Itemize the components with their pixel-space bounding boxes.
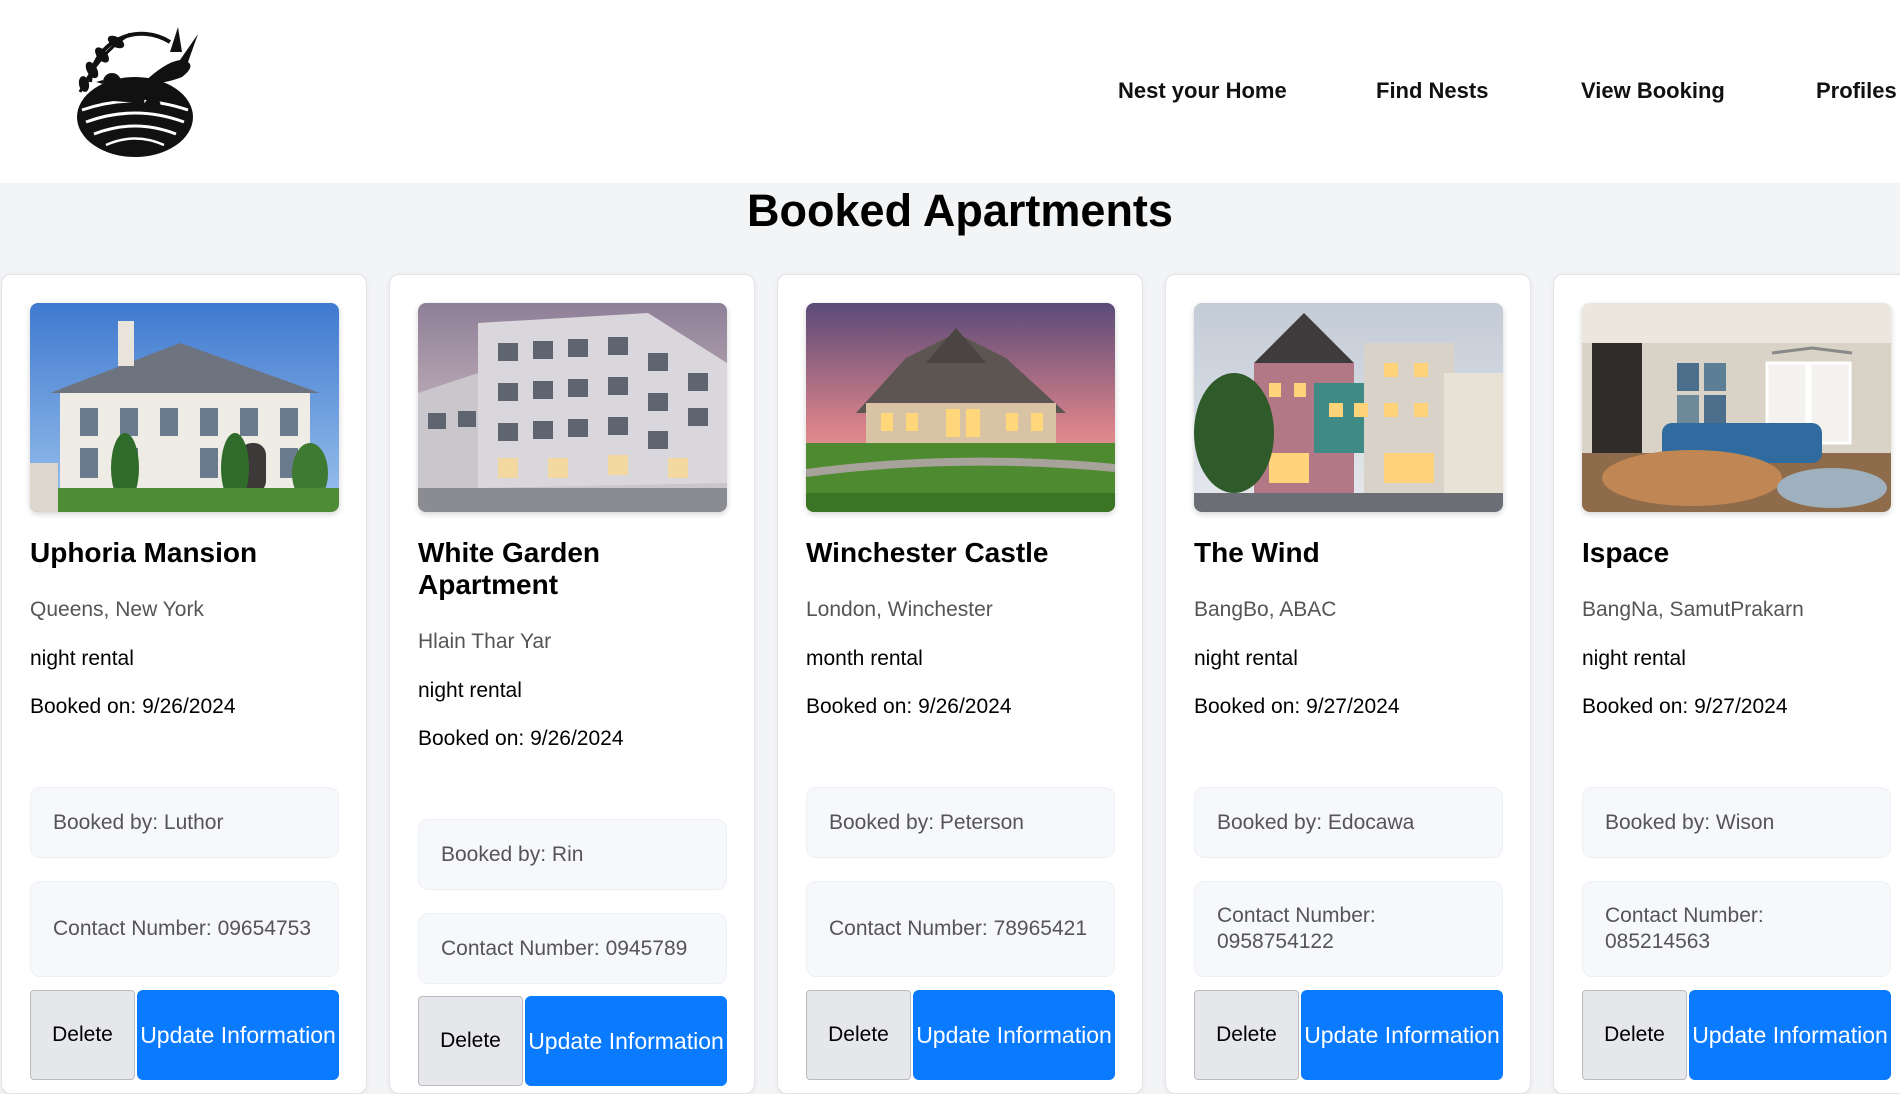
booked-by-text: Booked by: Wison bbox=[1605, 810, 1775, 834]
apartment-image bbox=[1194, 303, 1503, 512]
nav-nest-your-home[interactable]: Nest your Home bbox=[1118, 78, 1287, 104]
apartment-name: Winchester Castle bbox=[806, 537, 1049, 568]
update-information-button[interactable]: Update Information bbox=[137, 990, 339, 1080]
delete-button[interactable]: Delete bbox=[806, 990, 911, 1080]
apartment-location: BangBo, ABAC bbox=[1194, 598, 1337, 621]
contact-number-text: Contact Number: 78965421 bbox=[829, 917, 1087, 940]
booked-by-text: Booked by: Rin bbox=[441, 842, 584, 866]
booked-on-date: Booked on: 9/26/2024 bbox=[30, 695, 236, 718]
booked-by-box: Booked by: Wison bbox=[1582, 787, 1891, 858]
delete-button[interactable]: Delete bbox=[1194, 990, 1299, 1080]
contact-number-text: Contact Number: 085214563 bbox=[1605, 904, 1764, 953]
apartment-image bbox=[806, 303, 1115, 512]
delete-button[interactable]: Delete bbox=[418, 996, 523, 1086]
apartment-location: London, Winchester bbox=[806, 598, 993, 621]
contact-number-box: Contact Number: 09654753 bbox=[30, 881, 339, 977]
booking-card: The Wind BangBo, ABAC night rental Booke… bbox=[1165, 274, 1531, 1094]
delete-button[interactable]: Delete bbox=[1582, 990, 1687, 1080]
booked-by-box: Booked by: Edocawa bbox=[1194, 787, 1503, 858]
delete-button[interactable]: Delete bbox=[30, 990, 135, 1080]
update-information-button[interactable]: Update Information bbox=[913, 990, 1115, 1080]
booked-on-date: Booked on: 9/26/2024 bbox=[806, 695, 1012, 718]
nav-profiles[interactable]: Profiles bbox=[1816, 78, 1897, 104]
booked-by-box: Booked by: Luthor bbox=[30, 787, 339, 858]
apartment-location: BangNa, SamutPrakarn bbox=[1582, 598, 1804, 621]
booking-card: Uphoria Mansion Queens, New York night r… bbox=[1, 274, 367, 1094]
apartment-name: Uphoria Mansion bbox=[30, 537, 258, 568]
nav-view-booking[interactable]: View Booking bbox=[1581, 78, 1725, 104]
main-nav: Nest your Home Find Nests View Booking P… bbox=[0, 78, 1900, 108]
rental-type: night rental bbox=[1582, 647, 1686, 670]
booking-card: Ispace BangNa, SamutPrakarn night rental… bbox=[1553, 274, 1900, 1094]
apartment-location: Hlain Thar Yar bbox=[418, 630, 552, 653]
apartment-name: White Garden Apartment bbox=[418, 537, 601, 600]
update-information-button[interactable]: Update Information bbox=[1689, 990, 1891, 1080]
apartment-name: The Wind bbox=[1194, 537, 1320, 568]
rental-type: night rental bbox=[30, 647, 134, 670]
apartment-image bbox=[418, 303, 727, 512]
apartment-location: Queens, New York bbox=[30, 598, 204, 621]
booked-by-text: Booked by: Edocawa bbox=[1217, 810, 1415, 834]
update-information-button[interactable]: Update Information bbox=[525, 996, 727, 1086]
contact-number-text: Contact Number: 0945789 bbox=[441, 936, 688, 960]
contact-number-box: Contact Number: 085214563 bbox=[1582, 881, 1891, 977]
contact-number-text: Contact Number: 09654753 bbox=[53, 917, 311, 940]
apartment-image bbox=[1582, 303, 1891, 512]
contact-number-text: Contact Number: 0958754122 bbox=[1217, 904, 1376, 953]
site-header: Nest your Home Find Nests View Booking P… bbox=[0, 0, 1900, 183]
booked-on-date: Booked on: 9/27/2024 bbox=[1582, 695, 1788, 718]
contact-number-box: Contact Number: 0958754122 bbox=[1194, 881, 1503, 977]
rental-type: night rental bbox=[1194, 647, 1298, 670]
rental-type: month rental bbox=[806, 647, 923, 670]
nav-find-nests[interactable]: Find Nests bbox=[1376, 78, 1488, 104]
page-title: Booked Apartments bbox=[747, 185, 1173, 236]
update-information-button[interactable]: Update Information bbox=[1301, 990, 1503, 1080]
contact-number-box: Contact Number: 78965421 bbox=[806, 881, 1115, 977]
booked-by-box: Booked by: Peterson bbox=[806, 787, 1115, 858]
booked-by-text: Booked by: Luthor bbox=[53, 810, 224, 834]
booked-by-box: Booked by: Rin bbox=[418, 819, 727, 890]
apartment-name: Ispace bbox=[1582, 537, 1670, 568]
booking-card: White Garden Apartment Hlain Thar Yar ni… bbox=[389, 274, 755, 1094]
booked-by-text: Booked by: Peterson bbox=[829, 810, 1024, 834]
rental-type: night rental bbox=[418, 679, 522, 702]
contact-number-box: Contact Number: 0945789 bbox=[418, 913, 727, 984]
booked-on-date: Booked on: 9/26/2024 bbox=[418, 727, 624, 750]
apartment-image bbox=[30, 303, 339, 512]
booking-card: Winchester Castle London, Winchester mon… bbox=[777, 274, 1143, 1094]
booked-on-date: Booked on: 9/27/2024 bbox=[1194, 695, 1400, 718]
